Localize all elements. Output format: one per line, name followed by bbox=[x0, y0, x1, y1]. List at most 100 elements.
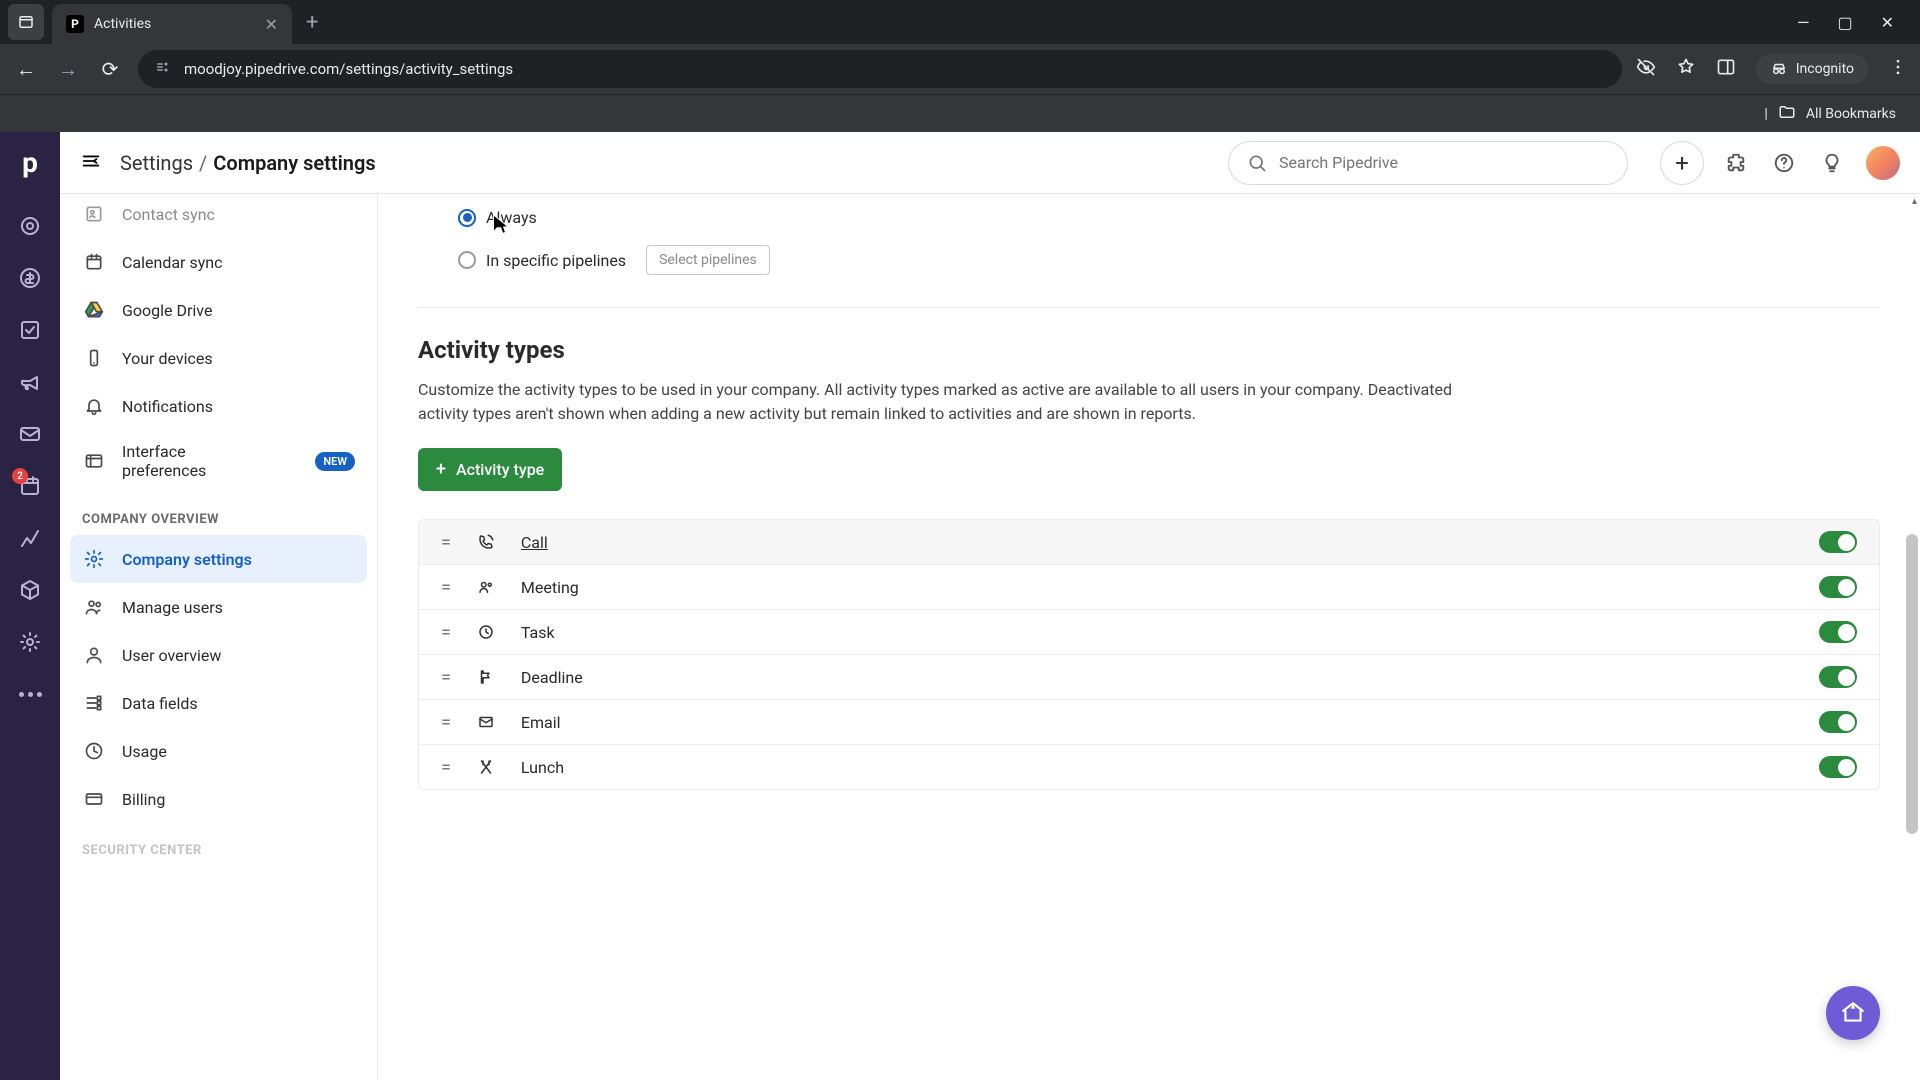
sidebar-item-interface-preferences[interactable]: Interface preferences NEW bbox=[70, 430, 367, 492]
search-input[interactable] bbox=[1279, 153, 1609, 172]
activity-type-row[interactable]: = Call bbox=[419, 520, 1879, 564]
back-button[interactable]: ← bbox=[12, 57, 40, 82]
browser-menu-icon[interactable] bbox=[1888, 57, 1908, 81]
toggle-switch[interactable] bbox=[1819, 621, 1857, 643]
radio-icon[interactable] bbox=[458, 251, 476, 269]
sidebar-item-user-overview[interactable]: User overview bbox=[70, 631, 367, 679]
activity-type-label[interactable]: Task bbox=[521, 623, 555, 642]
contact-icon bbox=[82, 202, 106, 226]
gear-icon bbox=[82, 547, 106, 571]
sidebar-item-data-fields[interactable]: Data fields bbox=[70, 679, 367, 727]
bulb-icon[interactable] bbox=[1818, 149, 1846, 177]
activity-type-label[interactable]: Call bbox=[521, 533, 548, 552]
bell-icon bbox=[82, 394, 106, 418]
address-bar: ← → ⟳ moodjoy.pipedrive.com/settings/act… bbox=[0, 44, 1920, 94]
all-bookmarks-link[interactable]: All Bookmarks bbox=[1806, 106, 1896, 122]
rail-calendar-icon[interactable]: 2 bbox=[17, 473, 43, 499]
new-badge: NEW bbox=[315, 452, 355, 471]
toggle-switch[interactable] bbox=[1819, 576, 1857, 598]
sidebar-item-calendar-sync[interactable]: Calendar sync bbox=[70, 238, 367, 286]
rail-deals-icon[interactable] bbox=[17, 265, 43, 291]
sidebar-item-label: Manage users bbox=[122, 598, 223, 617]
sidebar-item-label: Data fields bbox=[122, 694, 198, 713]
tab-close-icon[interactable]: ✕ bbox=[265, 15, 278, 34]
sidebar-item-billing[interactable]: Billing bbox=[70, 775, 367, 823]
site-settings-icon[interactable] bbox=[154, 58, 172, 80]
activity-type-row[interactable]: = Meeting bbox=[419, 564, 1879, 609]
activity-type-row[interactable]: = Email bbox=[419, 699, 1879, 744]
close-window-icon[interactable]: ✕ bbox=[1881, 13, 1894, 32]
activity-type-row[interactable]: = Task bbox=[419, 609, 1879, 654]
logo[interactable]: p bbox=[22, 146, 38, 179]
toggle-switch[interactable] bbox=[1819, 531, 1857, 553]
url-input[interactable]: moodjoy.pipedrive.com/settings/activity_… bbox=[138, 50, 1622, 88]
panel-icon[interactable] bbox=[1716, 57, 1736, 81]
rail-activities-icon[interactable] bbox=[17, 317, 43, 343]
browser-tab[interactable]: P Activities ✕ bbox=[52, 4, 292, 44]
rail-marketplace-icon[interactable] bbox=[17, 629, 43, 655]
maximize-icon[interactable]: ▢ bbox=[1837, 13, 1852, 32]
activity-type-label[interactable]: Deadline bbox=[521, 668, 583, 687]
drag-handle-icon[interactable]: = bbox=[441, 577, 451, 598]
activity-type-row[interactable]: = Deadline bbox=[419, 654, 1879, 699]
avatar[interactable] bbox=[1866, 146, 1900, 180]
drag-handle-icon[interactable]: = bbox=[441, 757, 451, 778]
rail-insights-icon[interactable] bbox=[17, 525, 43, 551]
sidebar-toggle-icon[interactable] bbox=[80, 150, 102, 176]
help-fab[interactable] bbox=[1826, 986, 1880, 1040]
minimize-icon[interactable]: — bbox=[1797, 13, 1810, 32]
rail-target-icon[interactable] bbox=[17, 213, 43, 239]
rail-more-icon[interactable] bbox=[17, 681, 43, 707]
sidebar-item-google-drive[interactable]: Google Drive bbox=[70, 286, 367, 334]
sidebar-item-your-devices[interactable]: Your devices bbox=[70, 334, 367, 382]
activity-type-label[interactable]: Lunch bbox=[521, 758, 564, 777]
sidebar-item-manage-users[interactable]: Manage users bbox=[70, 583, 367, 631]
toggle-switch[interactable] bbox=[1819, 711, 1857, 733]
rail-products-icon[interactable] bbox=[17, 577, 43, 603]
drag-handle-icon[interactable]: = bbox=[441, 532, 451, 553]
scroll-up-icon[interactable]: ▴ bbox=[1912, 196, 1917, 207]
incognito-pill[interactable]: Incognito bbox=[1756, 54, 1868, 84]
sidebar-item-company-settings[interactable]: Company settings bbox=[70, 535, 367, 583]
radio-icon[interactable] bbox=[458, 209, 476, 227]
activity-type-label[interactable]: Meeting bbox=[521, 578, 579, 597]
radio-specific[interactable]: In specific pipelines Select pipelines bbox=[458, 241, 1880, 279]
incognito-label: Incognito bbox=[1796, 61, 1854, 77]
sidebar-item-label: Notifications bbox=[122, 397, 213, 416]
drag-handle-icon[interactable]: = bbox=[441, 622, 451, 643]
sidebar-item-contact-sync[interactable]: Contact sync bbox=[70, 194, 367, 238]
drag-handle-icon[interactable]: = bbox=[441, 712, 451, 733]
gdrive-icon bbox=[82, 298, 106, 322]
add-activity-type-button[interactable]: + Activity type bbox=[418, 448, 562, 491]
scrollbar[interactable]: ▴ bbox=[1904, 194, 1920, 1080]
toggle-switch[interactable] bbox=[1819, 666, 1857, 688]
breadcrumb-parent[interactable]: Settings bbox=[120, 151, 193, 175]
sidebar-item-label: Company settings bbox=[122, 550, 252, 569]
divider bbox=[418, 307, 1880, 308]
quick-add-button[interactable]: + bbox=[1660, 141, 1704, 185]
extensions-icon[interactable] bbox=[1722, 149, 1750, 177]
window-menu-icon[interactable] bbox=[8, 4, 44, 40]
search-box[interactable] bbox=[1228, 141, 1628, 185]
select-pipelines-button[interactable]: Select pipelines bbox=[646, 245, 770, 275]
eye-off-icon[interactable] bbox=[1636, 57, 1656, 81]
new-tab-button[interactable]: + bbox=[300, 10, 324, 35]
sidebar-section-security: SECURITY CENTER bbox=[70, 823, 367, 866]
bookmark-star-icon[interactable] bbox=[1676, 57, 1696, 81]
reload-button[interactable]: ⟳ bbox=[96, 57, 124, 81]
sidebar-item-usage[interactable]: Usage bbox=[70, 727, 367, 775]
scroll-thumb[interactable] bbox=[1906, 534, 1918, 834]
toggle-switch[interactable] bbox=[1819, 756, 1857, 778]
help-icon[interactable] bbox=[1770, 149, 1798, 177]
sidebar-item-label: User overview bbox=[122, 646, 221, 665]
forward-button[interactable]: → bbox=[54, 57, 82, 82]
rail-campaigns-icon[interactable] bbox=[17, 369, 43, 395]
flag-icon bbox=[475, 668, 497, 686]
radio-always[interactable]: Always bbox=[458, 204, 1880, 231]
activity-type-row[interactable]: = Lunch bbox=[419, 744, 1879, 789]
breadcrumb-current: Company settings bbox=[213, 151, 375, 175]
activity-type-label[interactable]: Email bbox=[521, 713, 561, 732]
drag-handle-icon[interactable]: = bbox=[441, 667, 451, 688]
rail-mail-icon[interactable] bbox=[17, 421, 43, 447]
sidebar-item-notifications[interactable]: Notifications bbox=[70, 382, 367, 430]
